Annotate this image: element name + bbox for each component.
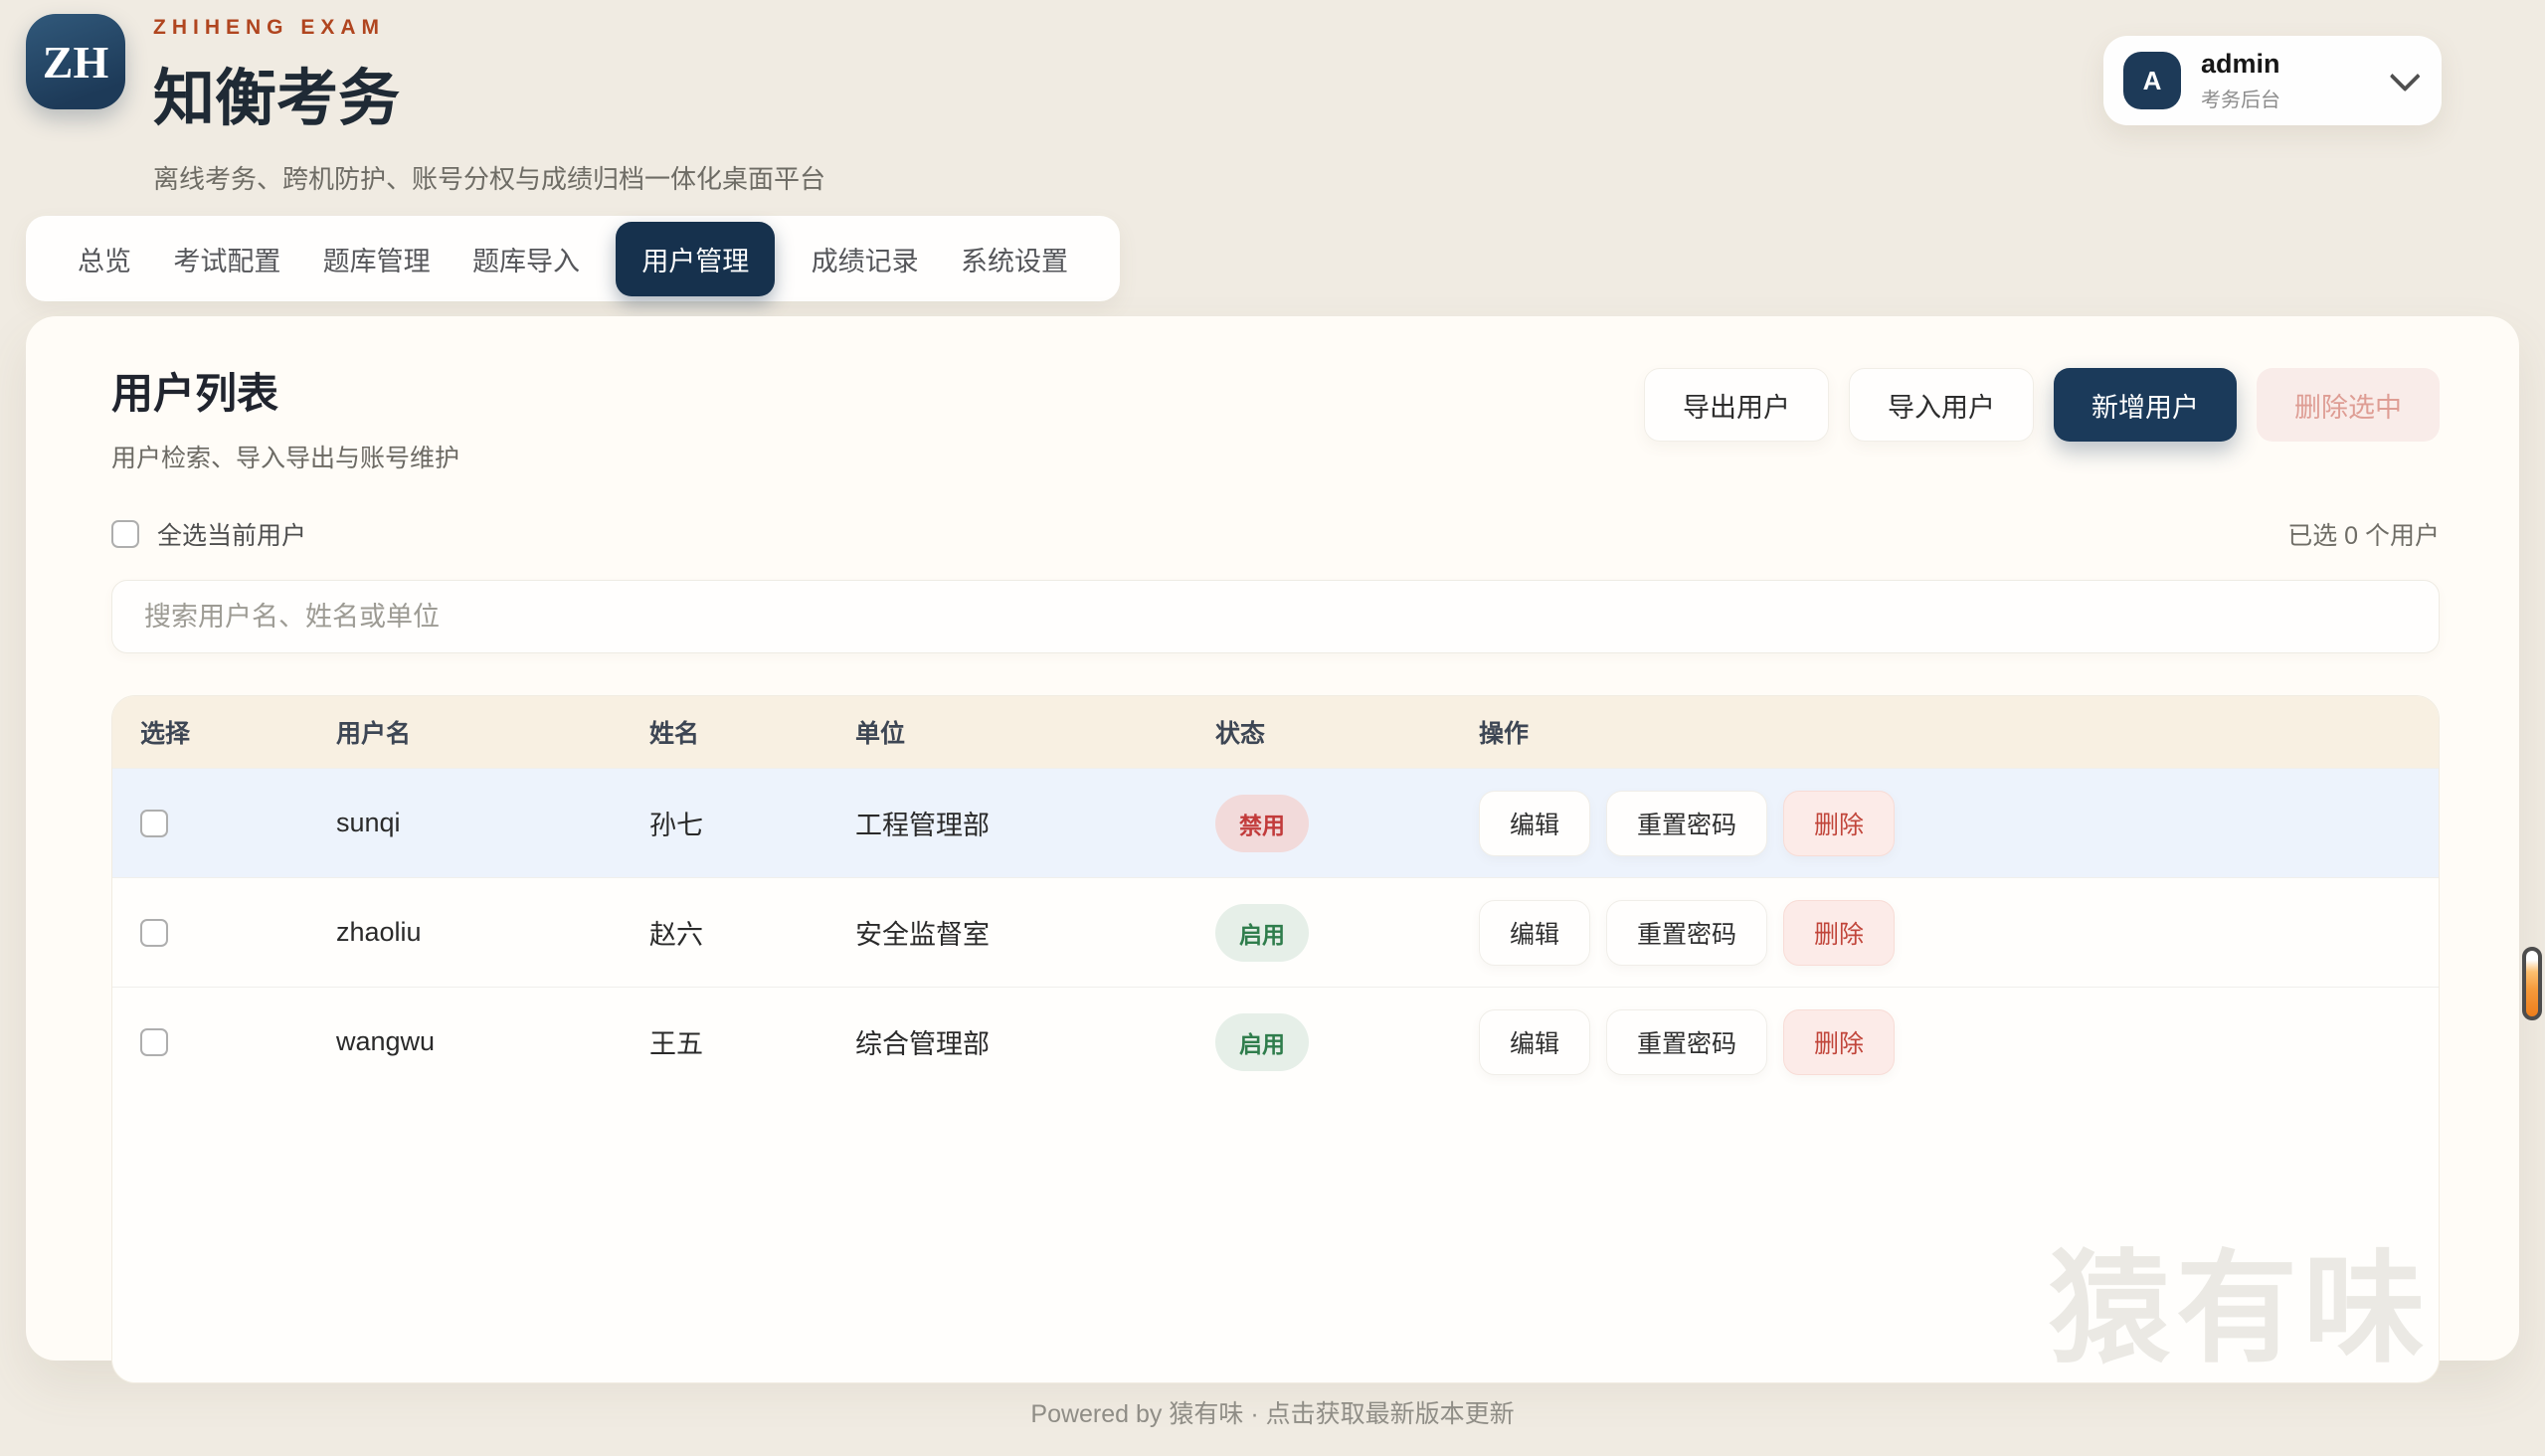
col-select: 选择 bbox=[140, 714, 336, 750]
table-header-row: 选择 用户名 姓名 单位 状态 操作 bbox=[112, 696, 2439, 768]
scrollbar-thumb[interactable] bbox=[2522, 947, 2542, 1020]
row-actions: 编辑 重置密码 删除 bbox=[1479, 900, 2439, 966]
delete-selected-button[interactable]: 删除选中 bbox=[2257, 368, 2440, 442]
delete-button[interactable]: 删除 bbox=[1783, 791, 1895, 856]
row-checkbox[interactable] bbox=[140, 1028, 168, 1056]
col-username: 用户名 bbox=[336, 714, 649, 750]
cell-unit: 工程管理部 bbox=[855, 804, 1215, 842]
cell-unit: 安全监督室 bbox=[855, 913, 1215, 952]
user-name: admin bbox=[2201, 49, 2390, 80]
page-subtitle: 用户检索、导入导出与账号维护 bbox=[111, 439, 459, 474]
cell-name: 孙七 bbox=[649, 804, 855, 842]
app-header: ZH ZHIHENG EXAM 知衡考务 离线考务、跨机防护、账号分权与成绩归档… bbox=[0, 0, 2545, 196]
brand-block: ZHIHENG EXAM 知衡考务 离线考务、跨机防护、账号分权与成绩归档一体化… bbox=[153, 14, 825, 196]
cell-username: zhaoliu bbox=[336, 917, 649, 948]
col-status: 状态 bbox=[1215, 714, 1479, 750]
brand-eyebrow: ZHIHENG EXAM bbox=[153, 16, 825, 40]
selection-bar: 全选当前用户 已选 0 个用户 bbox=[111, 516, 2440, 552]
app-title: 知衡考务 bbox=[153, 48, 825, 137]
status-badge: 启用 bbox=[1215, 1013, 1309, 1071]
edit-button[interactable]: 编辑 bbox=[1479, 791, 1590, 856]
users-table: 选择 用户名 姓名 单位 状态 操作 sunqi 孙七 工程管理部 禁用 编辑 … bbox=[111, 695, 2440, 1383]
search-input[interactable] bbox=[111, 580, 2440, 653]
footer: Powered by 猿有味 · 点击获取最新版本更新 bbox=[0, 1394, 2545, 1430]
table-row: wangwu 王五 综合管理部 启用 编辑 重置密码 删除 bbox=[112, 987, 2439, 1096]
export-users-button[interactable]: 导出用户 bbox=[1644, 368, 1829, 442]
cell-username: wangwu bbox=[336, 1026, 649, 1057]
delete-button[interactable]: 删除 bbox=[1783, 1009, 1895, 1075]
row-checkbox[interactable] bbox=[140, 919, 168, 947]
select-all-label: 全选当前用户 bbox=[157, 516, 306, 552]
status-badge: 禁用 bbox=[1215, 795, 1309, 852]
reset-password-button[interactable]: 重置密码 bbox=[1606, 900, 1767, 966]
select-all-checkbox[interactable] bbox=[111, 520, 139, 548]
update-link[interactable]: 点击获取最新版本更新 bbox=[1266, 1400, 1515, 1428]
import-users-button[interactable]: 导入用户 bbox=[1849, 368, 2034, 442]
tab-score-records[interactable]: 成绩记录 bbox=[806, 224, 925, 294]
panel-title-block: 用户列表 用户检索、导入导出与账号维护 bbox=[111, 360, 459, 474]
page-title: 用户列表 bbox=[111, 360, 459, 421]
powered-by-text: Powered by 猿有味 bbox=[1030, 1400, 1243, 1428]
edit-button[interactable]: 编辑 bbox=[1479, 900, 1590, 966]
cell-username: sunqi bbox=[336, 808, 649, 838]
col-unit: 单位 bbox=[855, 714, 1215, 750]
tab-question-bank[interactable]: 题库管理 bbox=[317, 224, 437, 294]
col-actions: 操作 bbox=[1479, 714, 2439, 750]
edit-button[interactable]: 编辑 bbox=[1479, 1009, 1590, 1075]
app-logo: ZH bbox=[26, 14, 125, 109]
row-actions: 编辑 重置密码 删除 bbox=[1479, 1009, 2439, 1075]
cell-name: 王五 bbox=[649, 1022, 855, 1061]
user-meta: admin 考务后台 bbox=[2201, 49, 2390, 112]
status-badge: 启用 bbox=[1215, 904, 1309, 962]
table-row: zhaoliu 赵六 安全监督室 启用 编辑 重置密码 删除 bbox=[112, 877, 2439, 987]
delete-button[interactable]: 删除 bbox=[1783, 900, 1895, 966]
tab-system-settings[interactable]: 系统设置 bbox=[955, 224, 1074, 294]
cell-unit: 综合管理部 bbox=[855, 1022, 1215, 1061]
reset-password-button[interactable]: 重置密码 bbox=[1606, 1009, 1767, 1075]
row-checkbox[interactable] bbox=[140, 810, 168, 837]
tab-overview[interactable]: 总览 bbox=[72, 224, 137, 294]
user-list-panel: 用户列表 用户检索、导入导出与账号维护 导出用户 导入用户 新增用户 删除选中 … bbox=[26, 316, 2519, 1361]
main-nav: 总览 考试配置 题库管理 题库导入 用户管理 成绩记录 系统设置 bbox=[26, 216, 1120, 301]
col-name: 姓名 bbox=[649, 714, 855, 750]
tab-user-management[interactable]: 用户管理 bbox=[616, 222, 775, 296]
footer-separator: · bbox=[1250, 1400, 1258, 1428]
selected-count: 已选 0 个用户 bbox=[2287, 516, 2440, 552]
chevron-down-icon bbox=[2390, 61, 2421, 91]
add-user-button[interactable]: 新增用户 bbox=[2054, 368, 2237, 442]
panel-header: 用户列表 用户检索、导入导出与账号维护 导出用户 导入用户 新增用户 删除选中 bbox=[111, 360, 2440, 474]
tab-exam-config[interactable]: 考试配置 bbox=[167, 224, 286, 294]
user-avatar: A bbox=[2123, 52, 2181, 109]
row-actions: 编辑 重置密码 删除 bbox=[1479, 791, 2439, 856]
app-subtitle: 离线考务、跨机防护、账号分权与成绩归档一体化桌面平台 bbox=[153, 159, 825, 196]
panel-actions: 导出用户 导入用户 新增用户 删除选中 bbox=[1644, 368, 2440, 442]
user-menu[interactable]: A admin 考务后台 bbox=[2103, 36, 2442, 125]
reset-password-button[interactable]: 重置密码 bbox=[1606, 791, 1767, 856]
select-all-group: 全选当前用户 bbox=[111, 516, 306, 552]
tab-bank-import[interactable]: 题库导入 bbox=[466, 224, 586, 294]
table-row: sunqi 孙七 工程管理部 禁用 编辑 重置密码 删除 bbox=[112, 768, 2439, 877]
cell-name: 赵六 bbox=[649, 913, 855, 952]
user-role: 考务后台 bbox=[2201, 84, 2390, 112]
